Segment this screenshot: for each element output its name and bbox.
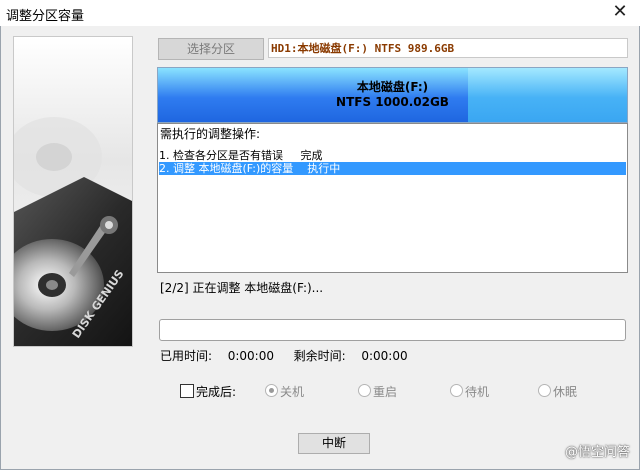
- partition-name: 本地磁盘(F:): [356, 80, 429, 94]
- radio-hibernate[interactable]: [538, 384, 551, 397]
- window-title: 调整分区容量: [6, 9, 85, 24]
- partition-label: 本地磁盘(F:) NTFS 1000.02GB: [158, 80, 627, 110]
- radio-restart[interactable]: [358, 384, 371, 397]
- radio-standby[interactable]: [450, 384, 463, 397]
- elapsed-time-label: 已用时间:: [160, 349, 213, 363]
- time-info: 已用时间: 0:00:00 剩余时间: 0:00:00: [160, 347, 408, 364]
- partition-bar: 本地磁盘(F:) NTFS 1000.02GB: [157, 67, 628, 123]
- progress-bar: [159, 319, 626, 341]
- remaining-time-value: 0:00:00: [361, 349, 408, 363]
- hard-disk-icon: DISK GENIUS: [14, 37, 132, 346]
- disk-info-field: HD1:本地磁盘(F:) NTFS 989.6GB: [268, 38, 628, 58]
- brand-image-panel: DISK GENIUS: [13, 36, 133, 347]
- radio-hibernate-label: 休眠: [553, 385, 578, 399]
- operation-item-check[interactable]: 1. 检查各分区是否有错误 完成: [159, 149, 626, 162]
- radio-shutdown-label: 关机: [280, 385, 305, 399]
- after-completion-label: 完成后:: [196, 385, 237, 399]
- after-completion-checkbox[interactable]: [180, 384, 194, 398]
- close-button[interactable]: ✕: [600, 0, 640, 26]
- elapsed-time-value: 0:00:00: [227, 349, 274, 363]
- select-partition-button[interactable]: 选择分区: [158, 38, 264, 60]
- radio-standby-label: 待机: [465, 385, 490, 399]
- abort-button[interactable]: 中断: [298, 433, 370, 454]
- radio-restart-label: 重启: [373, 385, 398, 399]
- operations-list[interactable]: 需执行的调整操作: 1. 检查各分区是否有错误 完成 2. 调整 本地磁盘(F:…: [157, 123, 628, 273]
- radio-shutdown[interactable]: [265, 384, 278, 397]
- close-icon: ✕: [612, 1, 628, 22]
- after-completion-options: 完成后: 关机 重启 待机 休眠: [180, 383, 600, 401]
- remaining-time-label: 剩余时间:: [293, 349, 346, 363]
- watermark: @悟空问答: [564, 445, 630, 460]
- title-bar: 调整分区容量 ✕: [0, 0, 640, 27]
- partition-detail: NTFS 1000.02GB: [336, 95, 449, 109]
- status-text: [2/2] 正在调整 本地磁盘(F:)...: [160, 281, 324, 295]
- operations-header: 需执行的调整操作:: [160, 127, 261, 141]
- operation-item-resize[interactable]: 2. 调整 本地磁盘(F:)的容量 执行中: [159, 162, 626, 175]
